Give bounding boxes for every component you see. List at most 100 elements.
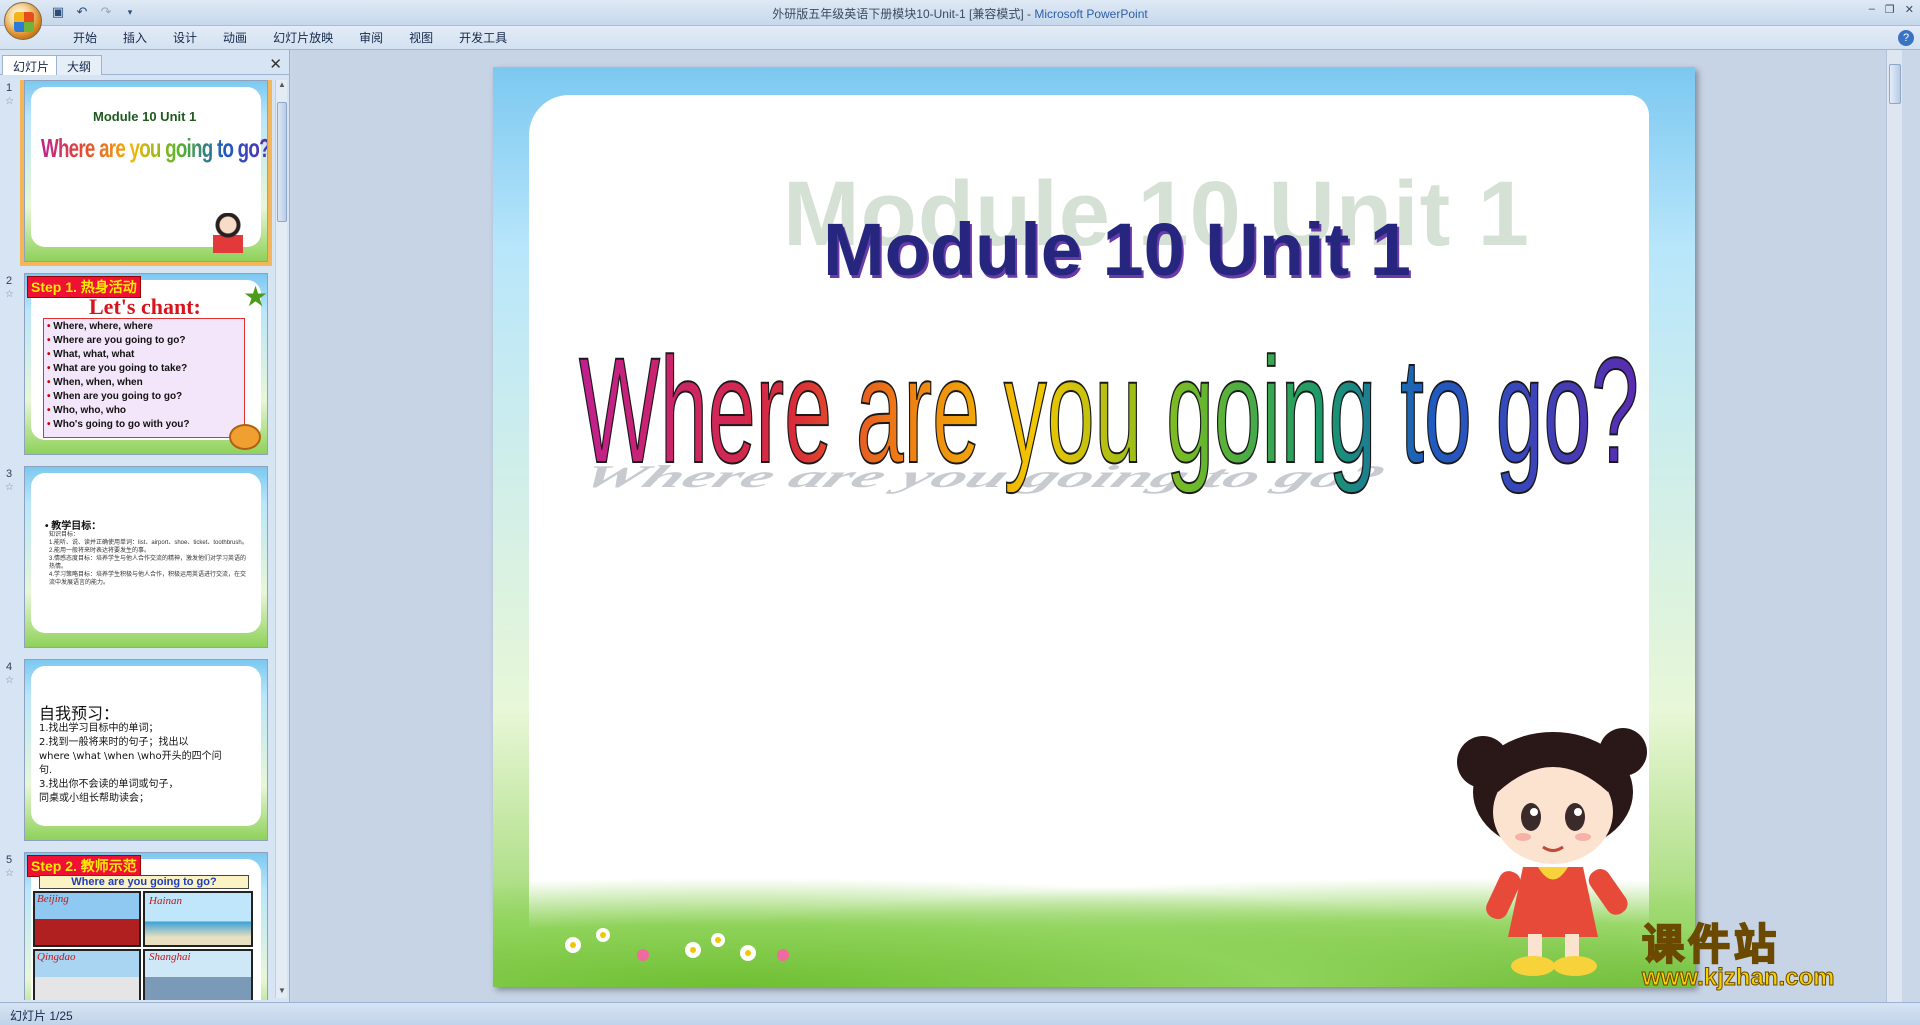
shanghai-photo: Shanghai	[143, 949, 253, 1000]
thumbnail-preview: 自我预习： 1.找出学习目标中的单词； 2.找到一般将来时的句子；找出以 whe…	[24, 659, 268, 841]
slide-editor: Module 10 Unit 1 Module 10 Unit 1 Where …	[292, 50, 1902, 1002]
objectives-heading: • 教学目标：	[45, 521, 102, 532]
main-title-text: Where are you going to go?	[579, 326, 1639, 494]
preview-line: where \what \when \who开头的四个问	[39, 751, 222, 762]
thumbnail-subtitle: Module 10 Unit 1	[93, 109, 197, 124]
tab-home[interactable]: 开始	[60, 30, 110, 46]
tab-view[interactable]: 视图	[396, 30, 446, 46]
places-heading: Where are you going to go?	[39, 875, 249, 889]
place-label: Qingdao	[37, 951, 76, 963]
objective-line: 1.能听、说、读并正确使用单词：list、airport、shoe、ticket…	[49, 540, 248, 546]
place-label: Beijing	[37, 893, 69, 905]
slide-number: 3	[6, 468, 13, 480]
chant-line: When, when, when	[47, 376, 190, 390]
qingdao-photo: Qingdao	[33, 949, 141, 1000]
help-icon[interactable]: ?	[1898, 30, 1914, 46]
scroll-down-icon[interactable]: ▼	[276, 986, 288, 998]
tab-insert[interactable]: 插入	[110, 30, 160, 46]
title-bar: ▣ ↶ ↷ ▾ 外研版五年级英语下册模块10-Unit-1 [兼容模式] - M…	[0, 0, 1920, 40]
slide-number: 4	[6, 661, 13, 673]
ribbon-tab-bar: 开始 插入 设计 动画 幻灯片放映 审阅 视图 开发工具 ?	[0, 26, 1920, 50]
watermark-logo: 课件站 www.kjzhan.com	[1641, 920, 1892, 992]
chant-heading: Let's chant:	[89, 294, 201, 319]
chant-line: Who, who, who	[47, 404, 190, 418]
main-title[interactable]: Where are you going to go?	[571, 312, 1651, 512]
tab-slideshow[interactable]: 幻灯片放映	[260, 30, 346, 46]
preview-line: 1.找出学习目标中的单词；	[39, 723, 159, 734]
telephone-icon	[229, 424, 261, 450]
chant-line: What are you going to take?	[47, 362, 190, 376]
thumbnail-preview: Step 1. 热身活动 Let's chant: ★ Where, where…	[24, 273, 268, 455]
brand-name: 课件站	[1641, 920, 1781, 969]
tab-review[interactable]: 审阅	[346, 30, 396, 46]
thumbnail-list: 1 ☆ Module 10 Unit 1 Where are you going…	[0, 80, 276, 1000]
girl-illustration	[1457, 728, 1647, 976]
chant-lines: Where, where, where Where are you going …	[47, 320, 190, 432]
thumbnail-preview: • 教学目标： 知识目标： 1.能听、说、读并正确使用单词：list、airpo…	[24, 466, 268, 648]
scrollbar-thumb[interactable]	[277, 102, 287, 222]
title-separator: -	[1023, 7, 1035, 21]
brand-url: www.kjzhan.com	[1642, 964, 1835, 992]
document-name: 外研版五年级英语下册模块10-Unit-1 [兼容模式]	[772, 7, 1024, 21]
preview-line: 3.找出你不会读的单词或句子，	[39, 779, 179, 790]
flowers-decoration	[565, 928, 789, 961]
slides-pane: 幻灯片 大纲 ✕ 1 ☆ Module 10 Unit 1 Where are …	[0, 50, 290, 1002]
status-bar: 幻灯片 1/25	[0, 1002, 1920, 1025]
transition-star-icon: ☆	[5, 675, 14, 686]
pane-tabs: 幻灯片 大纲 ✕	[0, 53, 290, 75]
thumbnail-scrollbar[interactable]: ▲ ▼	[275, 80, 287, 998]
thumbnail-preview: Step 2. 教师示范 Where are you going to go? …	[24, 852, 268, 1000]
tab-design[interactable]: 设计	[160, 30, 210, 46]
application-name: Microsoft PowerPoint	[1034, 7, 1148, 21]
chant-line: Where, where, where	[47, 320, 190, 334]
transition-star-icon: ☆	[5, 868, 14, 879]
tab-developer[interactable]: 开发工具	[446, 30, 520, 46]
chant-line: When are you going to go?	[47, 390, 190, 404]
preview-line: 2.找到一般将来时的句子；找出以	[39, 737, 189, 748]
star-icon: ★	[243, 281, 268, 312]
close-button[interactable]: ✕	[1905, 3, 1914, 16]
objective-line: 4.学习策略目标：培养学生积极与他人合作，积极运用英语进行交流，在交流中发展语言…	[49, 572, 247, 586]
module-title[interactable]: Module 10 Unit 1	[823, 207, 1411, 292]
tab-slides[interactable]: 幻灯片	[2, 55, 61, 75]
preview-heading: 自我预习：	[39, 706, 120, 723]
slide-number: 1	[6, 82, 13, 94]
thumbnail-preview: Module 10 Unit 1 Where are you going to …	[20, 80, 272, 266]
transition-star-icon: ☆	[5, 96, 14, 107]
preview-text: 1.找出学习目标中的单词； 2.找到一般将来时的句子；找出以 where \wh…	[39, 722, 249, 806]
restore-button[interactable]: ❐	[1885, 3, 1895, 16]
tab-outline[interactable]: 大纲	[56, 55, 103, 75]
chant-line: Where are you going to go?	[47, 334, 190, 348]
objectives-text: 知识目标： 1.能听、说、读并正确使用单词：list、airport、shoe、…	[49, 531, 249, 587]
editor-scrollbar[interactable]	[1886, 50, 1902, 1002]
tab-animations[interactable]: 动画	[210, 30, 260, 46]
slide-number: 2	[6, 275, 13, 287]
minimize-button[interactable]: –	[1869, 3, 1875, 16]
slide-counter: 幻灯片 1/25	[10, 1009, 73, 1023]
chant-line: What, what, what	[47, 348, 190, 362]
girl-icon	[213, 213, 243, 253]
office-logo-icon	[14, 12, 34, 32]
place-label: Hainan	[149, 895, 182, 907]
main-title-wordart: Where are you going to go?	[578, 325, 1640, 495]
objective-line: 知识目标：	[49, 532, 80, 538]
chant-line: Who's going to go with you?	[47, 418, 189, 432]
preview-line: 同桌或小组长帮助读会；	[39, 793, 149, 804]
preview-line: 句.	[39, 765, 53, 776]
office-button[interactable]	[4, 2, 42, 40]
objective-line: 3.情感态度目标：培养学生与他人合作交流的精神，激发他们对学习英语的热情。	[49, 556, 247, 570]
slide-number: 5	[6, 854, 13, 866]
hainan-photo: Hainan	[143, 891, 253, 947]
window-title: 外研版五年级英语下册模块10-Unit-1 [兼容模式] - Microsoft…	[0, 5, 1920, 22]
close-pane-icon[interactable]: ✕	[269, 55, 282, 73]
window-controls: – ❐ ✕	[1869, 3, 1914, 16]
editor-scrollbar-thumb[interactable]	[1889, 64, 1901, 104]
step-label: Step 2. 教师示范	[27, 855, 141, 877]
transition-star-icon: ☆	[5, 482, 14, 493]
current-slide[interactable]: Module 10 Unit 1 Module 10 Unit 1 Where …	[493, 67, 1695, 987]
beijing-photo: Beijing	[33, 891, 141, 947]
objective-line: 2.能用一般将来时表达将要发生的事。	[49, 548, 151, 554]
transition-star-icon: ☆	[5, 289, 14, 300]
thumbnail-title: Where are you going to go?	[41, 133, 268, 163]
scroll-up-icon[interactable]: ▲	[276, 80, 288, 92]
